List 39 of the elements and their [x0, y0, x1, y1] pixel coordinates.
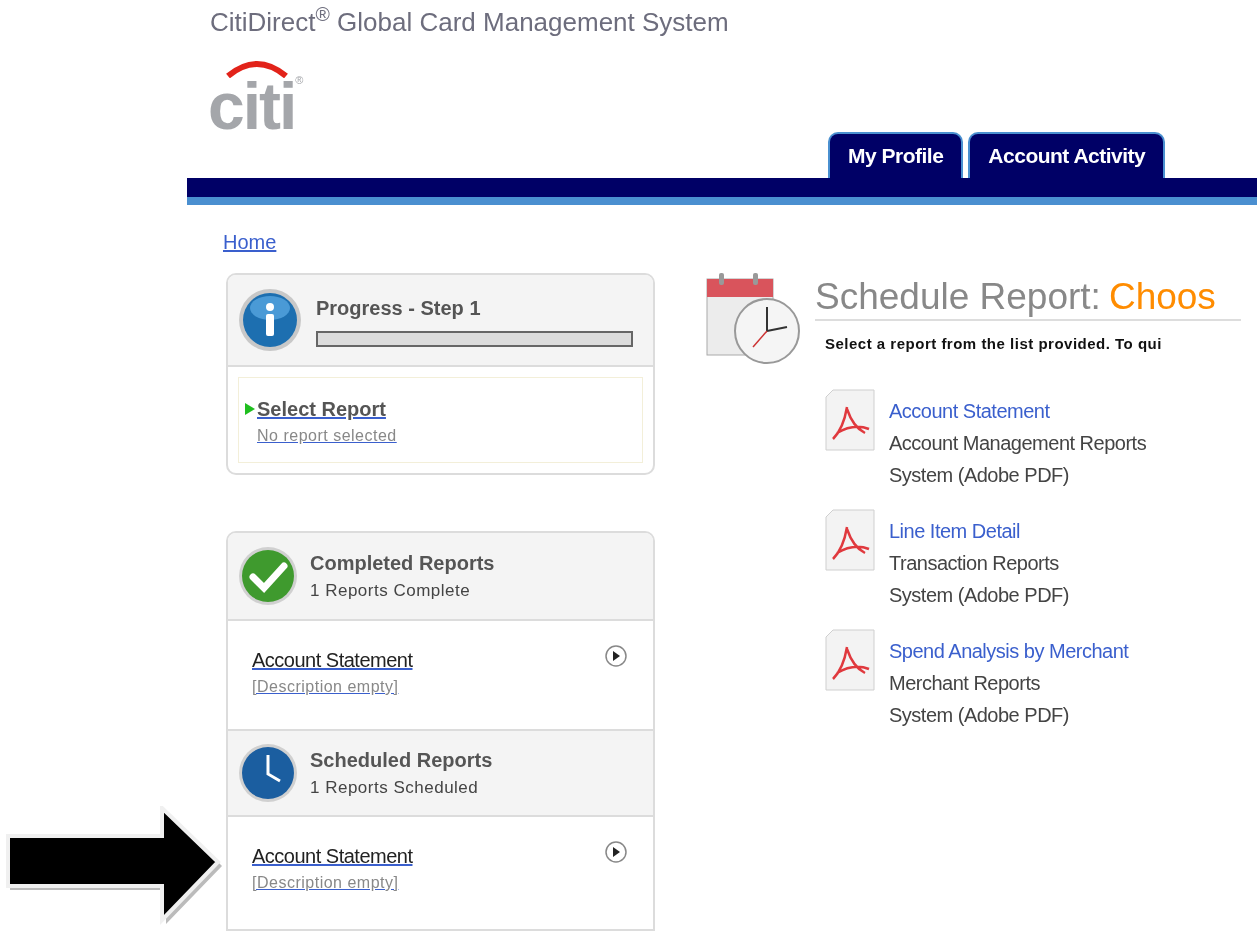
report-category: Account Management Reports [889, 431, 1147, 456]
pdf-file-icon [825, 389, 875, 451]
panel-count: 1 Reports Complete [310, 580, 472, 603]
step-link[interactable]: Select Report [257, 394, 386, 424]
report-category: Merchant Reports [889, 671, 1041, 696]
report-link[interactable]: Account Statement [252, 841, 413, 871]
report-source: System (Adobe PDF) [889, 463, 1070, 488]
system-title: CitiDirect$^{®}$ Global Card Management System [210, 4, 730, 39]
description-link[interactable]: [Description empty] [252, 675, 413, 699]
step-status-link[interactable]: No report selected [257, 424, 636, 448]
pdf-file-icon [825, 629, 875, 691]
progress-title: Progress - Step 1 [316, 296, 482, 321]
calendar-clock-icon [705, 273, 801, 367]
panel-title: Completed Reports [310, 551, 495, 577]
logo-text: citi [208, 80, 296, 132]
nav-tab[interactable]: Account Activity [968, 132, 1166, 178]
page-title: Schedule Report: [815, 275, 1101, 319]
panel-count: 1 Reports Scheduled [310, 777, 480, 800]
play-circle-icon[interactable] [605, 841, 627, 863]
report-name-link[interactable]: Account Statement [889, 395, 1147, 427]
description-link[interactable]: [Description empty] [252, 871, 413, 895]
registered-mark: ® [295, 73, 304, 86]
report-name-link[interactable]: Line Item Detail [889, 515, 1069, 547]
nav-tab[interactable]: My Profile [828, 132, 964, 178]
checkmark-icon [238, 546, 298, 606]
logo-arc-icon [226, 60, 288, 78]
report-source: System (Adobe PDF) [889, 703, 1070, 728]
report-name-link[interactable]: Spend Analysis by Merchant [889, 635, 1129, 667]
report-source: System (Adobe PDF) [889, 583, 1069, 608]
info-icon [238, 288, 302, 352]
report-link[interactable]: Account Statement [252, 645, 413, 675]
clock-icon [238, 743, 298, 803]
home-link[interactable]: Home [223, 231, 277, 253]
pdf-file-icon [825, 509, 875, 571]
panel-title: Scheduled Reports [310, 748, 493, 774]
instruction-text: Select a report from the list provided. To qui [825, 334, 1163, 354]
play-circle-icon[interactable] [605, 645, 627, 667]
report-category: Transaction Reports [889, 551, 1060, 576]
page-title-highlight: Choos [1108, 275, 1216, 319]
